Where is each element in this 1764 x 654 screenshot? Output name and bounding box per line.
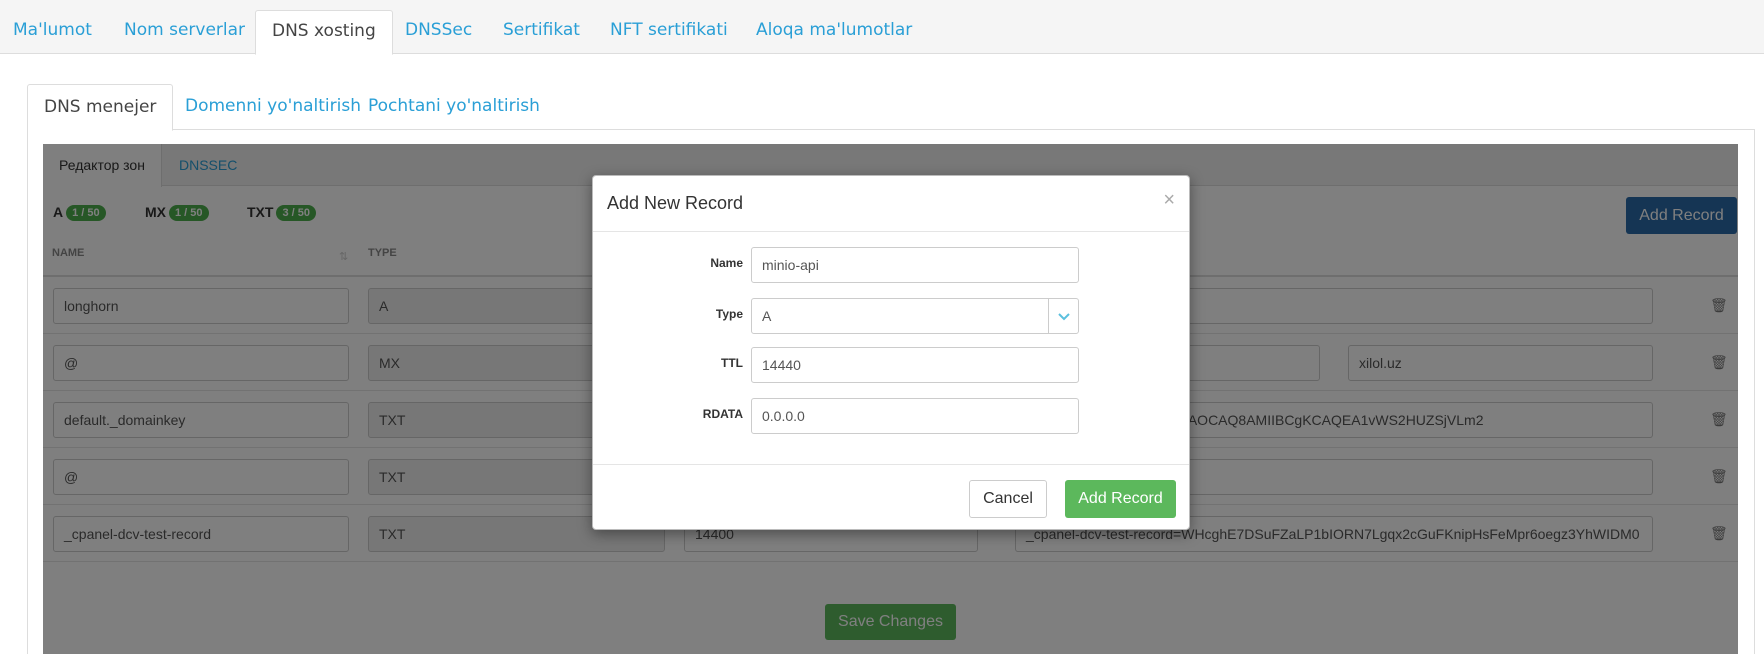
tab-sertifikat[interactable]: Sertifikat [487,10,596,54]
chevron-down-icon[interactable] [1048,299,1078,333]
top-tabs: Ma'lumot Nom serverlar DNS xosting DNSSe… [0,0,1764,55]
tab-dns-menejer[interactable]: DNS menejer [27,84,174,131]
tab-pochtani-yonaltirish[interactable]: Pochtani yo'naltirish [352,84,556,130]
tab-nft-sertifikati[interactable]: NFT sertifikati [594,10,744,54]
add-record-modal: Add New Record × Name minio-api Type A T… [592,175,1190,530]
tab-dns-xosting[interactable]: DNS xosting [255,10,393,55]
tab-aloqa[interactable]: Aloqa ma'lumotlar [740,10,928,54]
cancel-button[interactable]: Cancel [969,480,1047,518]
add-record-submit-button[interactable]: Add Record [1065,480,1176,518]
form-row-type: Type A [593,298,1189,334]
tab-dnssec[interactable]: DNSSec [389,10,488,54]
rdata-label: RDATA [702,407,743,421]
tab-malumot[interactable]: Ma'lumot [0,10,108,54]
type-label: Type [715,307,743,321]
close-icon[interactable]: × [1163,190,1175,210]
sub-tabs: DNS menejer Domenni yo'naltirish Pochtan… [27,84,1755,131]
name-input[interactable]: minio-api [751,247,1079,283]
modal-title: Add New Record [607,193,744,213]
ttl-input[interactable]: 14440 [751,347,1079,383]
name-label: Name [710,256,743,270]
tab-domenni-yonaltirish[interactable]: Domenni yo'naltirish [169,84,377,130]
rdata-input[interactable]: 0.0.0.0 [751,398,1079,434]
modal-header: Add New Record × [593,176,1189,232]
type-select-value: A [762,308,772,324]
form-row-rdata: RDATA 0.0.0.0 [593,398,1189,434]
form-row-name: Name minio-api [593,247,1189,283]
type-select[interactable]: A [751,298,1079,334]
modal-footer: Cancel Add Record [593,464,1189,530]
ttl-label: TTL [721,356,743,370]
form-row-ttl: TTL 14440 [593,347,1189,383]
tab-nom-serverlar[interactable]: Nom serverlar [108,10,261,54]
